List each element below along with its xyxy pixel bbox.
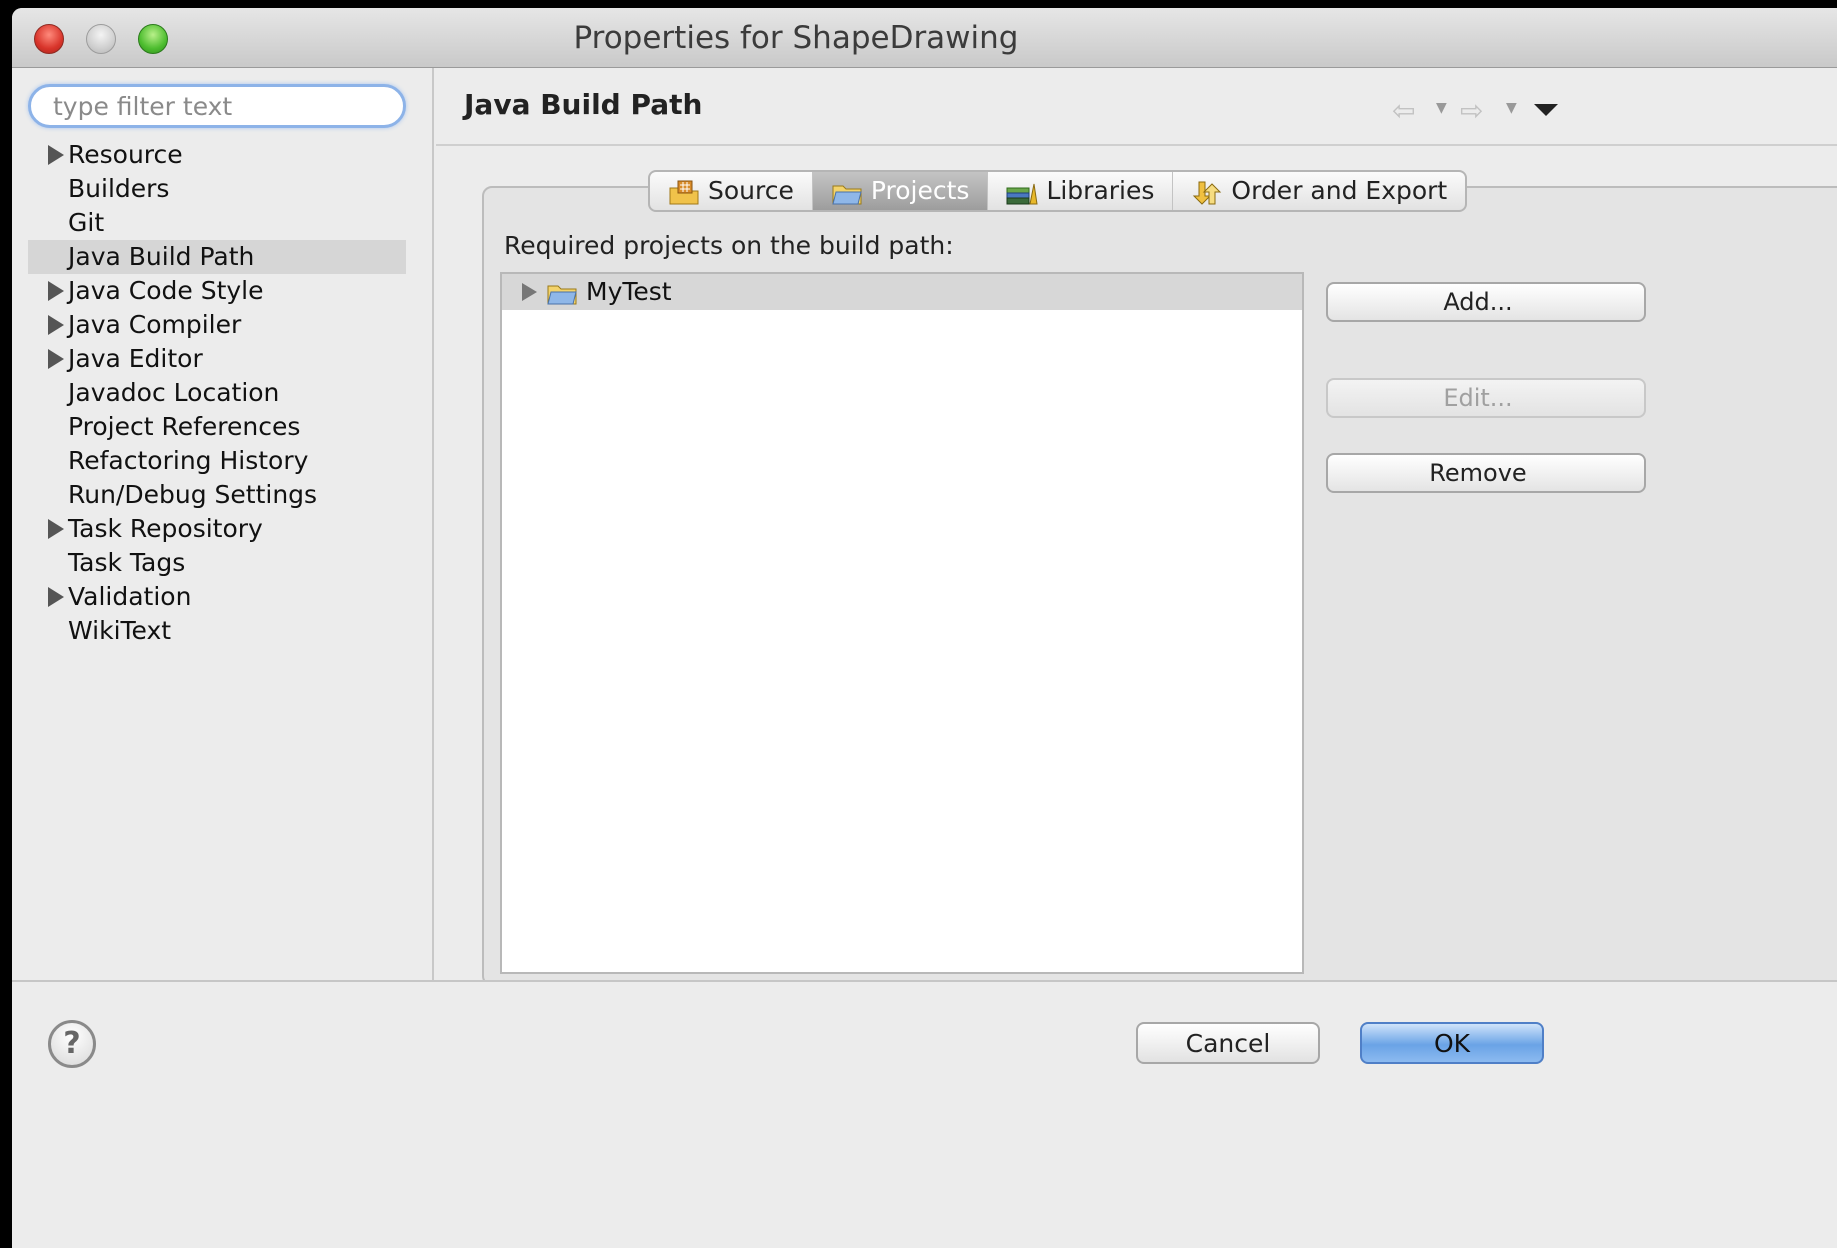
nav-item-label: Java Build Path [68, 242, 255, 271]
nav-item-validation[interactable]: Validation [28, 580, 406, 614]
nav-item-label: Javadoc Location [68, 378, 280, 407]
filter-input[interactable] [28, 84, 406, 128]
expand-arrow-icon[interactable] [48, 315, 64, 335]
nav-item-label: Refactoring History [68, 446, 309, 475]
page-title: Java Build Path [464, 88, 703, 121]
tree-row[interactable]: MyTest [502, 274, 1302, 310]
nav-item-label: Task Tags [68, 548, 186, 577]
nav-item-label: WikiText [68, 616, 172, 645]
expand-arrow-icon[interactable] [48, 349, 64, 369]
nav-item-label: Project References [68, 412, 301, 441]
tab-projects[interactable]: Projects [812, 172, 989, 210]
project-folder-icon [546, 280, 578, 316]
remove-button-label: Remove [1429, 459, 1527, 487]
tab-order-and-export[interactable]: Order and Export [1173, 172, 1465, 210]
page-header: Java Build Path ⇦ ▼ ⇨ ▼ [436, 68, 1837, 146]
nav-item-label: Validation [68, 582, 192, 611]
nav-item-label: Java Compiler [68, 310, 242, 339]
libraries-icon [1006, 179, 1039, 205]
required-projects-label: Required projects on the build path: [504, 231, 954, 260]
nav-item-label: Resource [68, 140, 183, 169]
add-button-label: Add... [1443, 288, 1513, 316]
help-icon[interactable]: ? [48, 1020, 96, 1068]
expand-arrow-icon[interactable] [522, 283, 537, 301]
expand-arrow-icon[interactable] [48, 145, 64, 165]
property-page-nav: Resource Builders Git Java Build Path Java C… [12, 68, 434, 980]
nav-item-label: Git [68, 208, 105, 237]
tab-bar: Source Projects Libraries Order and Export [648, 170, 1468, 212]
nav-item-git[interactable]: Git [28, 206, 406, 240]
nav-item-java-editor[interactable]: Java Editor [28, 342, 406, 376]
tab-label: Projects [870, 176, 970, 205]
nav-item-refactoring-history[interactable]: Refactoring History [28, 444, 406, 478]
view-menu-icon[interactable] [1534, 104, 1558, 116]
forward-arrow-icon[interactable]: ⇨ [1460, 94, 1483, 127]
back-arrow-icon[interactable]: ⇦ [1392, 94, 1415, 127]
order-export-icon [1191, 179, 1223, 205]
expand-arrow-icon[interactable] [48, 519, 64, 539]
expand-arrow-icon[interactable] [48, 587, 64, 607]
cancel-button[interactable]: Cancel [1136, 1022, 1320, 1064]
nav-item-task-repository[interactable]: Task Repository [28, 512, 406, 546]
tab-label: Order and Export [1231, 176, 1448, 205]
properties-dialog: Properties for ShapeDrawing Resource Buil… [12, 8, 1837, 1248]
nav-item-resource[interactable]: Resource [28, 138, 406, 172]
remove-button[interactable]: Remove [1326, 453, 1646, 493]
tab-libraries[interactable]: Libraries [988, 172, 1174, 210]
window-title: Properties for ShapeDrawing [573, 20, 1019, 56]
nav-item-java-code-style[interactable]: Java Code Style [28, 274, 406, 308]
title-bar: Properties for ShapeDrawing [12, 8, 1837, 68]
project-name: MyTest [586, 277, 672, 306]
nav-item-label: Run/Debug Settings [68, 480, 318, 509]
nav-item-label: Builders [68, 174, 170, 203]
property-page-content: Java Build Path ⇦ ▼ ⇨ ▼ Source Projects Li… [436, 68, 1837, 986]
nav-item-java-compiler[interactable]: Java Compiler [28, 308, 406, 342]
nav-item-run-debug-settings[interactable]: Run/Debug Settings [28, 478, 406, 512]
nav-item-javadoc-location[interactable]: Javadoc Location [28, 376, 406, 410]
required-projects-tree[interactable]: MyTest [500, 272, 1304, 974]
nav-item-java-build-path[interactable]: Java Build Path [28, 240, 406, 274]
edit-button[interactable]: Edit... [1326, 378, 1646, 418]
tab-source[interactable]: Source [650, 172, 813, 210]
tab-label: Libraries [1046, 176, 1155, 205]
back-history-dropdown-icon[interactable]: ▼ [1436, 100, 1447, 116]
edit-button-label: Edit... [1443, 384, 1513, 412]
property-page-list: Resource Builders Git Java Build Path Java C… [28, 138, 406, 648]
add-button[interactable]: Add... [1326, 282, 1646, 322]
nav-item-label: Task Repository [68, 514, 263, 543]
nav-item-label: Java Code Style [68, 276, 264, 305]
tab-label: Source [708, 176, 794, 205]
ok-button[interactable]: OK [1360, 1022, 1544, 1064]
nav-item-task-tags[interactable]: Task Tags [28, 546, 406, 580]
nav-item-wikitext[interactable]: WikiText [28, 614, 406, 648]
nav-item-label: Java Editor [68, 344, 203, 373]
dialog-footer: ? Cancel OK [12, 980, 1837, 1248]
expand-arrow-icon[interactable] [48, 281, 64, 301]
nav-item-builders[interactable]: Builders [28, 172, 406, 206]
forward-history-dropdown-icon[interactable]: ▼ [1506, 100, 1517, 116]
source-folder-icon [668, 179, 700, 205]
project-folder-icon [831, 179, 863, 205]
nav-item-project-references[interactable]: Project References [28, 410, 406, 444]
